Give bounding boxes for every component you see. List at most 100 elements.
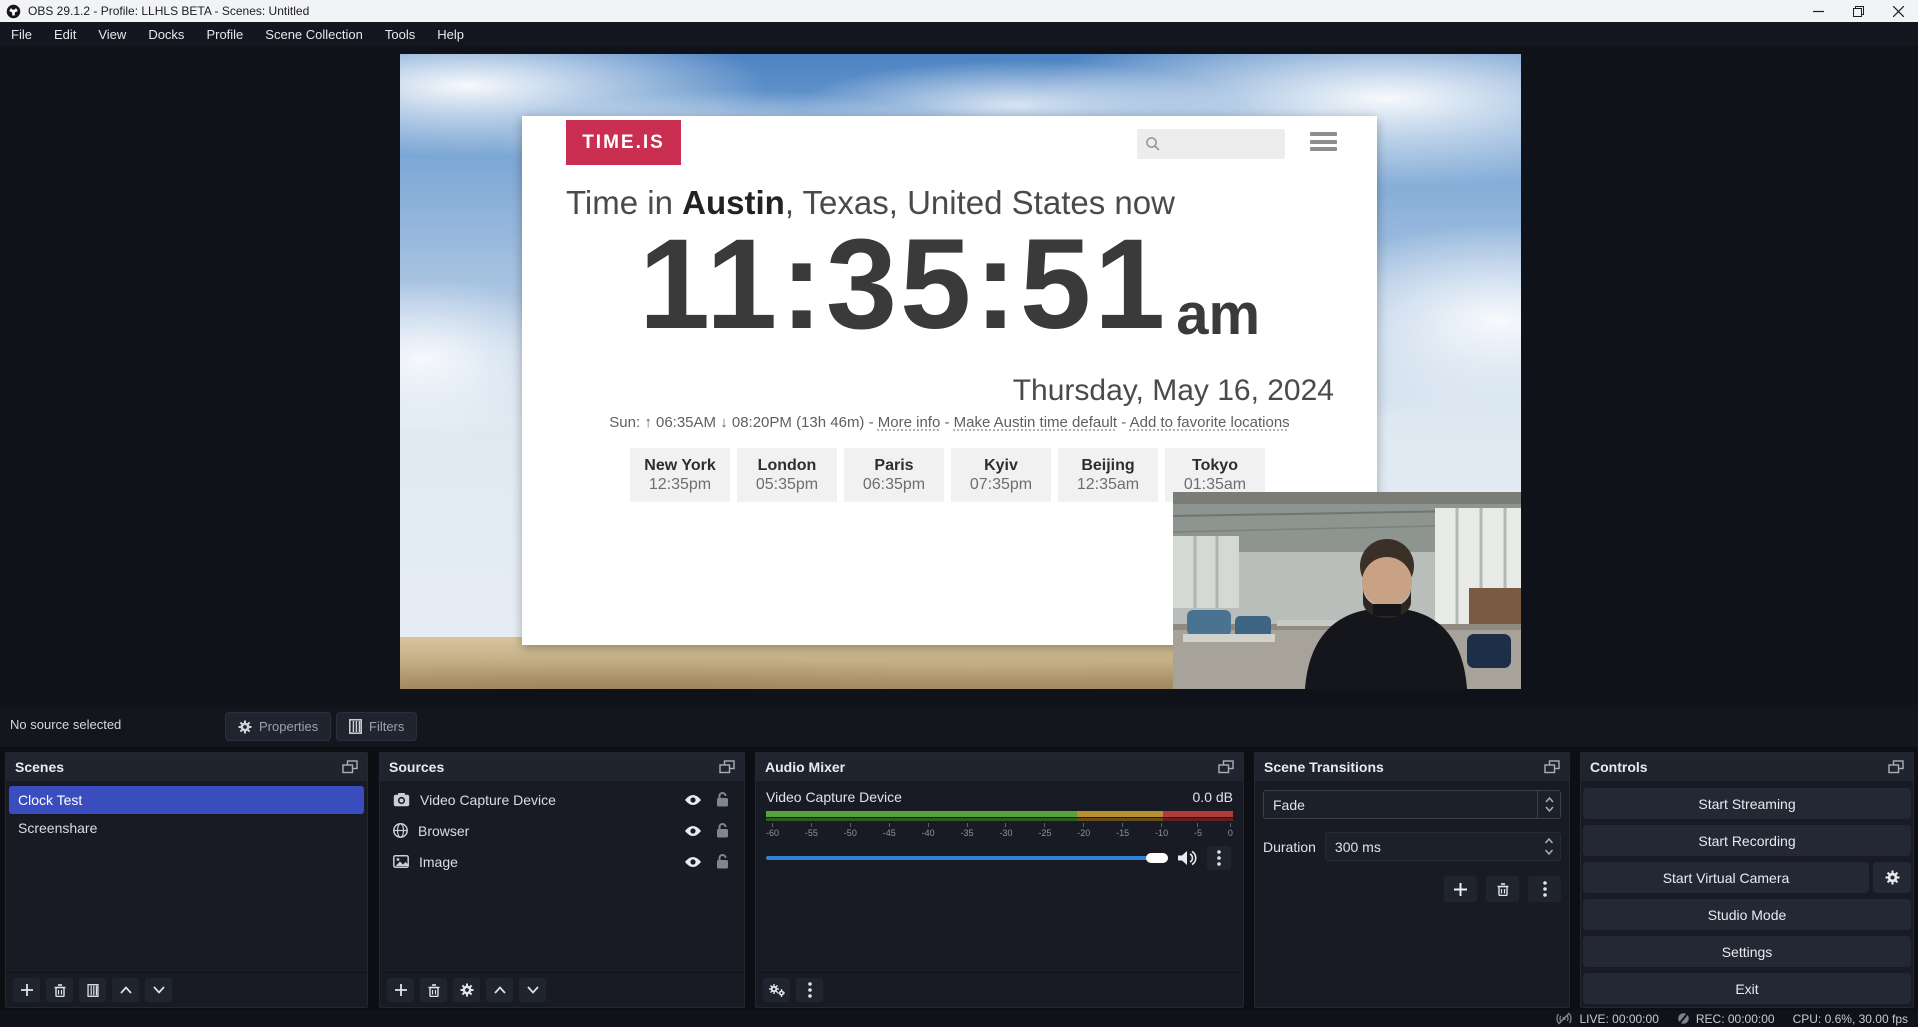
start-virtual-camera-button[interactable]: Start Virtual Camera <box>1583 862 1869 893</box>
double-gear-icon <box>769 983 785 997</box>
menu-docks[interactable]: Docks <box>137 22 195 46</box>
plus-icon <box>21 984 33 996</box>
menu-scene-collection[interactable]: Scene Collection <box>254 22 374 46</box>
popout-icon[interactable] <box>342 760 358 774</box>
globe-icon <box>393 823 408 838</box>
spin-up-icon[interactable] <box>1544 838 1554 844</box>
menu-tools[interactable]: Tools <box>374 22 426 46</box>
menu-edit[interactable]: Edit <box>43 22 87 46</box>
kebab-menu-icon <box>1543 881 1547 897</box>
exit-button[interactable]: Exit <box>1583 973 1911 1004</box>
speaker-icon[interactable] <box>1178 850 1197 866</box>
start-recording-button[interactable]: Start Recording <box>1583 825 1911 856</box>
duration-spinbox[interactable]: 300 ms <box>1325 832 1561 861</box>
visibility-eye-icon[interactable] <box>684 856 702 868</box>
source-item-browser[interactable]: Browser <box>380 815 744 846</box>
scene-transitions-title: Scene Transitions <box>1264 759 1384 775</box>
volume-meter: -60 -55 -50 -45 -40 -35 -30 -25 -20 -15 … <box>766 811 1233 838</box>
clock-time: 11:35:51 <box>639 226 1168 344</box>
source-properties-button[interactable] <box>453 978 480 1002</box>
mixer-level-db: 0.0 dB <box>1193 789 1233 805</box>
city-card: Kyiv07:35pm <box>951 448 1051 502</box>
filter-icon <box>349 719 362 734</box>
webcam-overlay[interactable] <box>1173 492 1521 689</box>
close-icon <box>1893 6 1904 17</box>
menu-view[interactable]: View <box>87 22 137 46</box>
duration-label: Duration <box>1263 839 1316 855</box>
lock-icon[interactable] <box>716 854 729 869</box>
properties-button[interactable]: Properties <box>225 712 331 741</box>
stream-inactive-icon <box>1555 1012 1573 1025</box>
visibility-eye-icon[interactable] <box>684 825 702 837</box>
studio-mode-button[interactable]: Studio Mode <box>1583 899 1911 930</box>
chevron-up-icon <box>120 986 132 994</box>
preview-area: TIME.IS Time in Austin, Texas, United St… <box>0 46 1918 705</box>
obs-window: OBS 29.1.2 - Profile: LLHLS BETA - Scene… <box>0 0 1918 1027</box>
lock-icon[interactable] <box>716 792 729 807</box>
filter-icon <box>87 984 99 997</box>
spin-down-icon[interactable] <box>1544 849 1554 855</box>
transition-select[interactable]: Fade <box>1263 790 1561 819</box>
transition-menu-button[interactable] <box>1528 876 1561 902</box>
add-scene-button[interactable] <box>13 978 40 1002</box>
add-favorite-link: Add to favorite locations <box>1130 414 1290 431</box>
sources-panel: Sources Video Capture Device Browser <box>379 752 745 1008</box>
city-card: London05:35pm <box>737 448 837 502</box>
mixer-channel-menu-button[interactable] <box>1207 846 1231 870</box>
minimize-button[interactable] <box>1798 0 1838 22</box>
dock-area: Scenes Clock Test Screenshare Sources <box>0 747 1918 1010</box>
remove-scene-button[interactable] <box>46 978 73 1002</box>
remove-transition-button[interactable] <box>1486 876 1519 902</box>
image-icon <box>393 855 409 868</box>
timeis-sun-line: Sun: ↑ 06:35AM ↓ 08:20PM (13h 46m) - Mor… <box>552 414 1347 431</box>
scene-item-clock-test[interactable]: Clock Test <box>9 786 364 814</box>
scene-filters-button[interactable] <box>79 978 106 1002</box>
virtual-camera-config-button[interactable] <box>1873 862 1911 893</box>
more-info-link: More info <box>878 414 941 431</box>
source-item-image[interactable]: Image <box>380 846 744 877</box>
move-scene-up-button[interactable] <box>112 978 139 1002</box>
cpu-status: CPU: 0.6%, 30.00 fps <box>1793 1012 1908 1026</box>
no-source-selected-label: No source selected <box>10 717 121 732</box>
title-bar: OBS 29.1.2 - Profile: LLHLS BETA - Scene… <box>0 0 1918 22</box>
add-transition-button[interactable] <box>1444 876 1477 902</box>
kebab-menu-icon <box>1217 850 1221 866</box>
scene-item-screenshare[interactable]: Screenshare <box>6 814 367 842</box>
selected-source-toolbar: No source selected Properties Filters <box>0 705 1918 747</box>
menu-file[interactable]: File <box>0 22 43 46</box>
lock-icon[interactable] <box>716 823 729 838</box>
move-scene-down-button[interactable] <box>145 978 172 1002</box>
remove-source-button[interactable] <box>420 978 447 1002</box>
visibility-eye-icon[interactable] <box>684 794 702 806</box>
mixer-menu-button[interactable] <box>796 978 823 1002</box>
menu-help[interactable]: Help <box>426 22 475 46</box>
move-source-up-button[interactable] <box>486 978 513 1002</box>
source-item-video-capture[interactable]: Video Capture Device <box>380 784 744 815</box>
close-button[interactable] <box>1878 0 1918 22</box>
chevron-down-icon <box>153 986 165 994</box>
restore-icon <box>1853 6 1864 17</box>
sources-title: Sources <box>389 759 444 775</box>
advanced-audio-button[interactable] <box>763 978 790 1002</box>
chevron-down-icon <box>1545 806 1554 812</box>
popout-icon[interactable] <box>1544 760 1560 774</box>
start-streaming-button[interactable]: Start Streaming <box>1583 788 1911 819</box>
audio-mixer-panel: Audio Mixer Video Capture Device 0.0 dB … <box>755 752 1244 1008</box>
window-title: OBS 29.1.2 - Profile: LLHLS BETA - Scene… <box>28 4 309 18</box>
popout-icon[interactable] <box>1218 760 1234 774</box>
move-source-down-button[interactable] <box>519 978 546 1002</box>
add-source-button[interactable] <box>387 978 414 1002</box>
timeis-search-input <box>1137 129 1285 159</box>
popout-icon[interactable] <box>1888 760 1904 774</box>
popout-icon[interactable] <box>719 760 735 774</box>
filters-button[interactable]: Filters <box>336 712 417 741</box>
live-status: LIVE: 00:00:00 <box>1555 1012 1658 1026</box>
menu-profile[interactable]: Profile <box>195 22 254 46</box>
gear-icon <box>238 720 252 734</box>
volume-slider-handle[interactable] <box>1146 853 1168 863</box>
rec-status: REC: 00:00:00 <box>1677 1012 1775 1026</box>
trash-icon <box>54 984 66 997</box>
settings-button[interactable]: Settings <box>1583 936 1911 967</box>
restore-button[interactable] <box>1838 0 1878 22</box>
volume-slider[interactable] <box>766 852 1168 864</box>
